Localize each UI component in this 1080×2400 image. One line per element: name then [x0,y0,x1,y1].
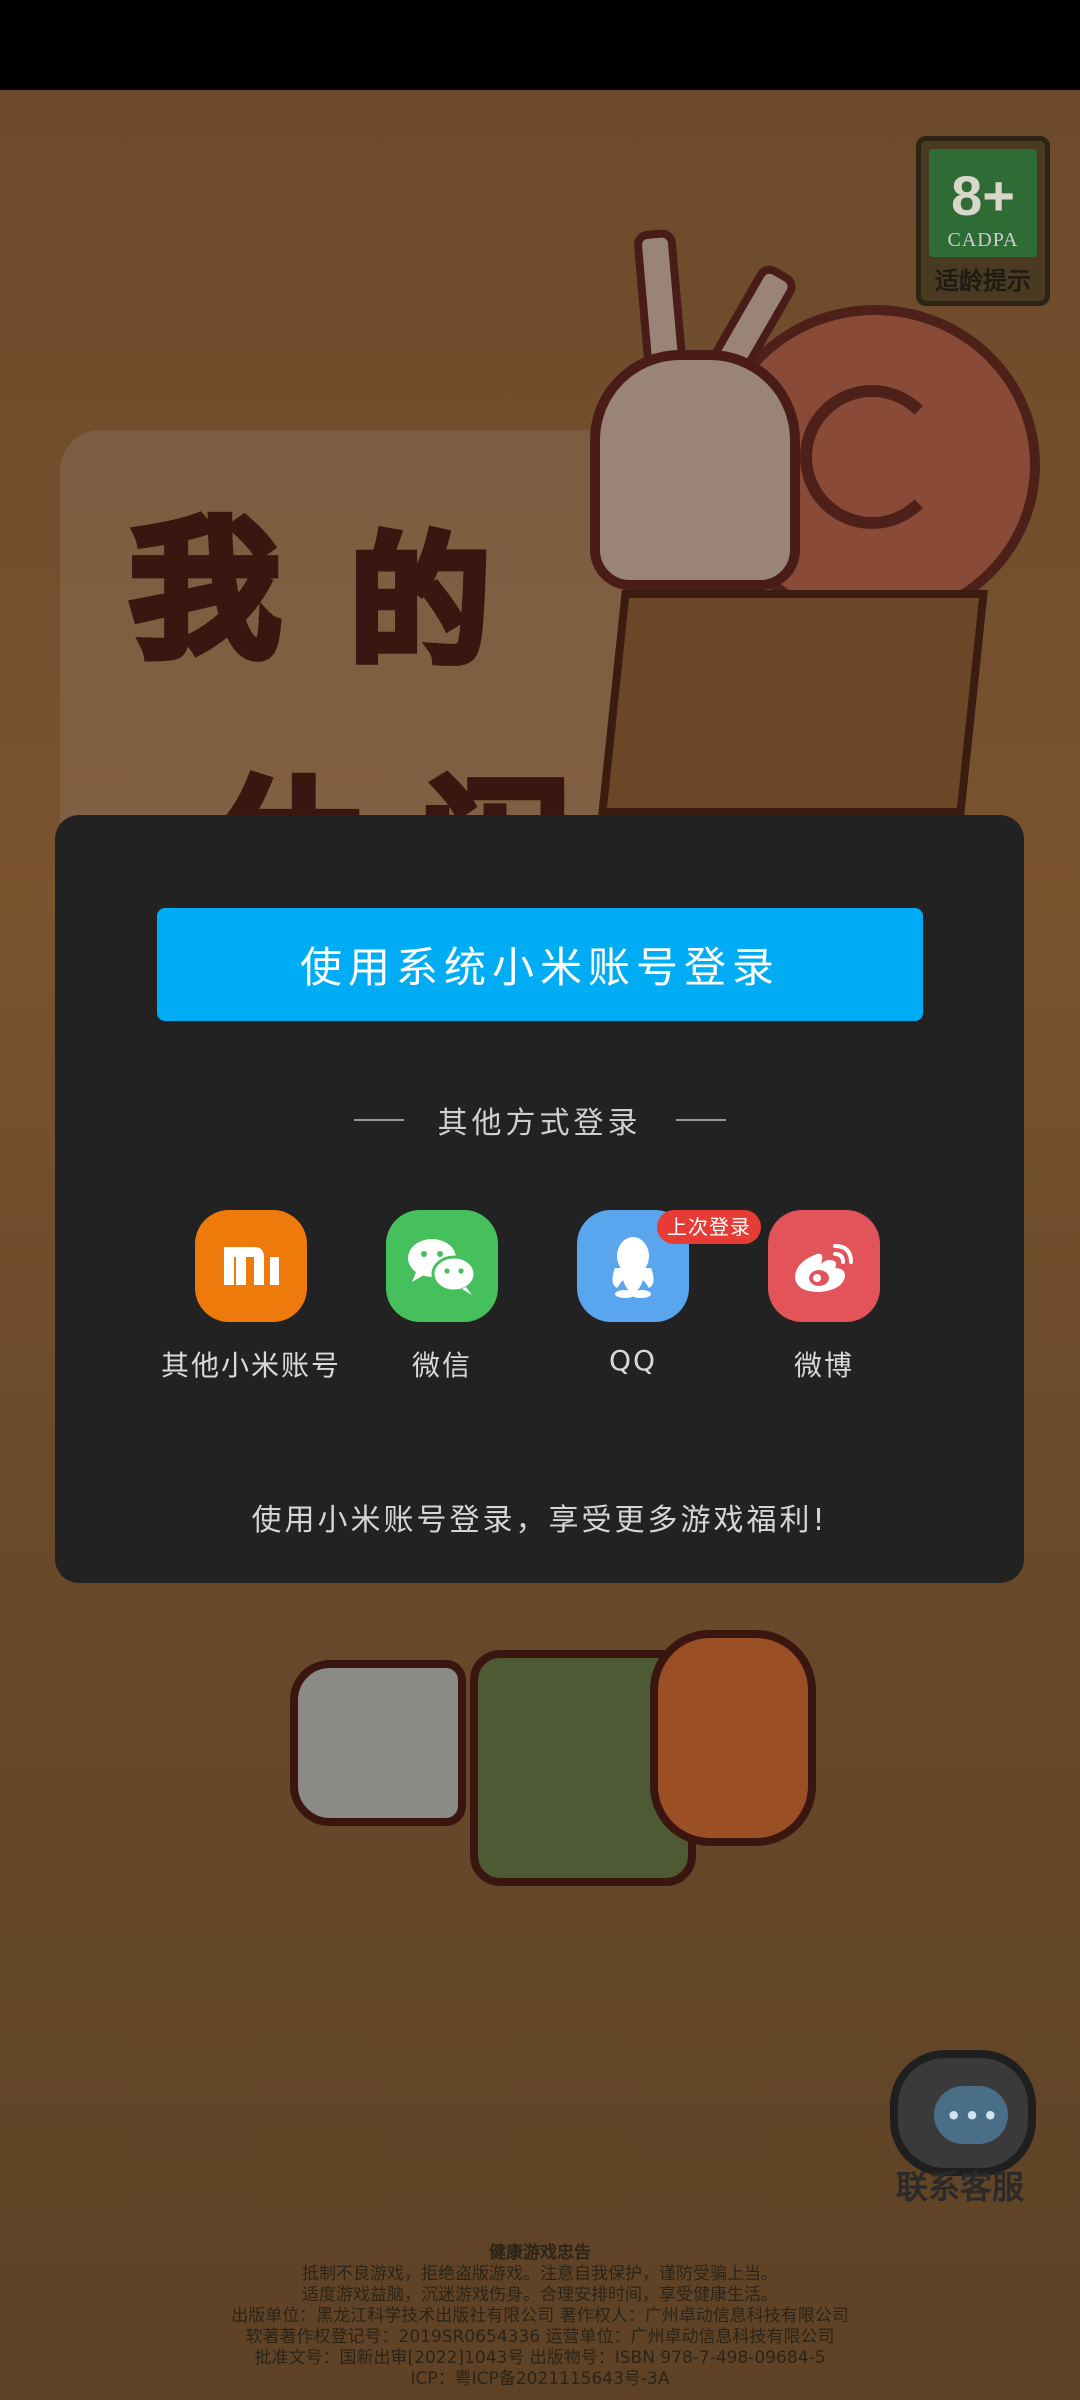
legal-line: 适度游戏益脑，沉迷游戏伤身。合理安排时间，享受健康生活。 [302,2285,778,2305]
title-glyph-wo: 我 [126,501,284,683]
xiaomi-logo-icon [195,1210,307,1322]
login-method-label: 微博 [793,1349,854,1382]
legal-line: ICP：粤ICP备2021115643号-3A [410,2369,670,2389]
chat-dots: ••• [946,2102,1002,2130]
login-method-label: QQ [608,1344,658,1377]
customer-service-button[interactable]: ••• 联系客服 [880,2050,1040,2210]
divider-line-left [353,1119,404,1121]
legal-line: 软著著作权登记号：2019SR0654336 运营单位：广州卓动信息科技有限公司 [245,2327,835,2347]
character-legs-art [270,1590,830,1920]
login-method-label: 微信 [411,1349,472,1382]
age-rating-number: 8+ [951,164,1015,227]
age-rating-org: CADPA [947,229,1019,251]
title-glyph-de: 的 [346,518,494,689]
leg-orange-art [650,1630,816,1846]
snail-body-art [590,350,800,590]
weibo-icon [768,1210,880,1322]
divider-line-right [675,1119,726,1121]
age-rating-badge[interactable]: 8+ CADPA 适龄提示 [916,136,1050,306]
last-login-badge: 上次登录 [657,1210,761,1244]
customer-service-label: 联系客服 [895,2168,1024,2206]
age-rating-plate: 8+ CADPA [929,149,1037,257]
legal-line: 抵制不良游戏，拒绝盗版游戏。注意自我保护，谨防受骗上当。 [302,2264,778,2284]
health-advice-title: 健康游戏忠告 [489,2243,591,2263]
other-login-label: 其他方式登录 [437,1106,642,1141]
status-bar [0,0,1080,90]
other-login-divider: 其他方式登录 [55,1095,1024,1145]
login-panel: 使用系统小米账号登录 其他方式登录 其他小米账号 微信 上次登录 QQ 微博 使… [55,815,1024,1583]
legal-line: 批准文号：国新出审[2022]1043号 出版物号：ISBN 978-7-498… [254,2348,826,2368]
box-art [598,590,988,816]
legal-line: 出版单位：黑龙江科学技术出版社有限公司 著作权人：广州卓动信息科技有限公司 [231,2306,849,2326]
wechat-icon [386,1210,498,1322]
system-xiaomi-login-button[interactable]: 使用系统小米账号登录 [157,908,923,1021]
login-benefit-note: 使用小米账号登录，享受更多游戏福利! [251,1503,828,1538]
age-rating-label: 适龄提示 [935,267,1031,295]
leg-white-art [290,1660,466,1826]
login-method-label: 其他小米账号 [160,1349,341,1382]
legal-footer: 健康游戏忠告 抵制不良游戏，拒绝盗版游戏。注意自我保护，谨防受骗上当。 适度游戏… [0,2243,1080,2390]
customer-service-icon: ••• [890,2050,1036,2176]
